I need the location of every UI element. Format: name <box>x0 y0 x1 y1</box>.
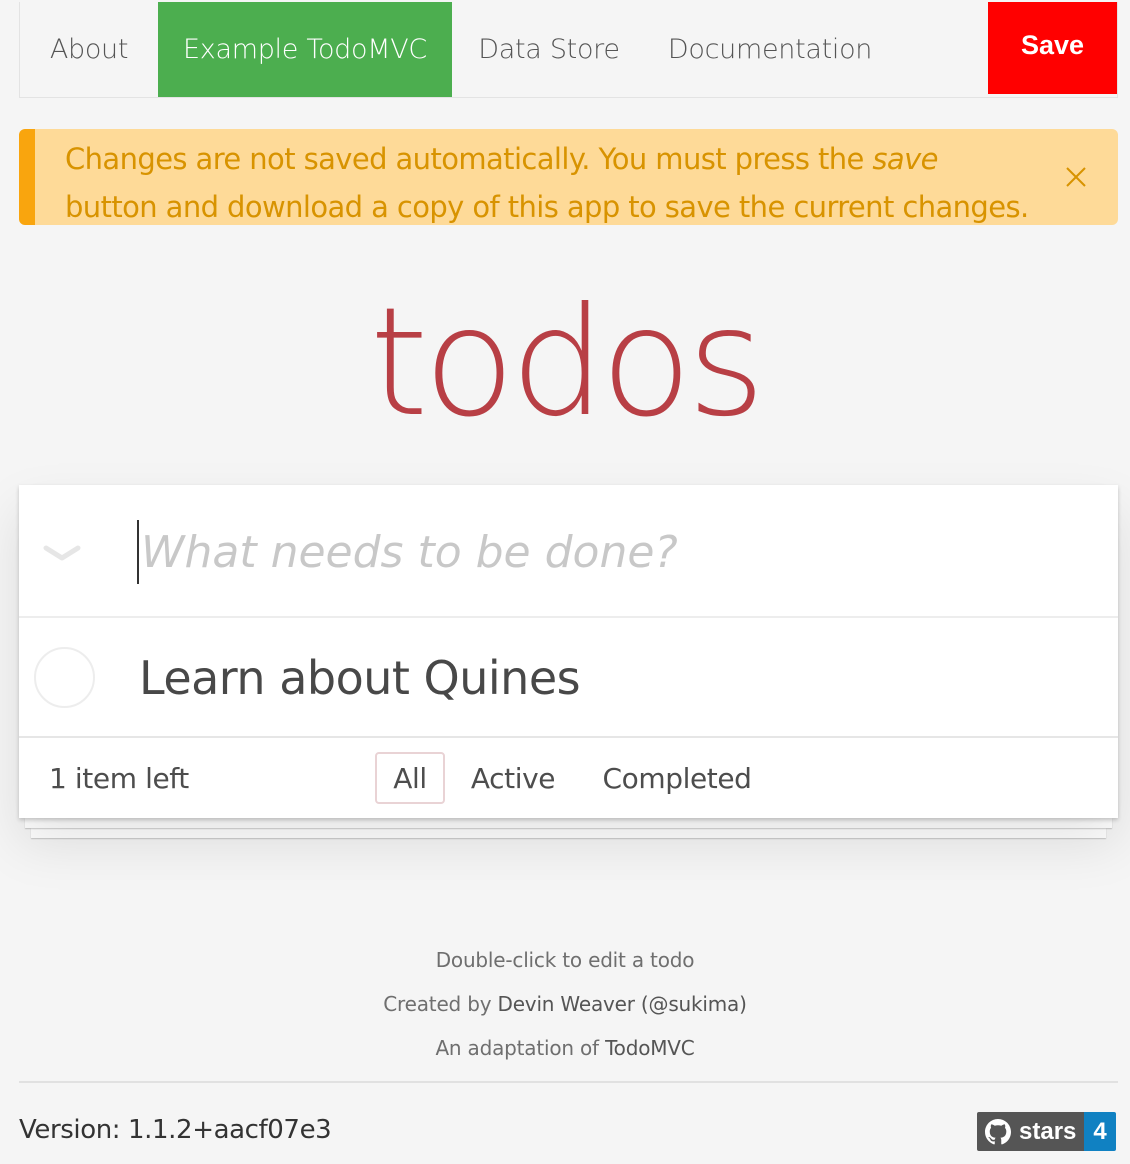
alert-emphasis: save <box>872 142 938 176</box>
todo-footer: 1 item left All Active Completed <box>19 738 1118 818</box>
tab-about[interactable]: About <box>20 2 158 97</box>
info-adaptation-prefix: An adaptation of <box>435 1036 606 1060</box>
items-left-count: 1 item left <box>49 762 189 795</box>
version-text: Version: 1.1.2+aacf07e3 <box>19 1115 332 1145</box>
github-stars-badge[interactable]: stars 4 <box>977 1112 1116 1151</box>
alert-text-after: button and download a copy of this app t… <box>65 190 1029 224</box>
toggle-all-chevron-down-icon[interactable] <box>40 538 84 568</box>
alert-text-before: Changes are not saved automatically. You… <box>65 142 873 176</box>
card-stack-decoration <box>25 818 1112 828</box>
close-icon[interactable] <box>1064 165 1088 189</box>
tab-example-todomvc[interactable]: Example TodoMVC <box>158 2 452 97</box>
todo-checkbox[interactable] <box>34 647 95 708</box>
github-icon <box>985 1118 1011 1144</box>
filter-completed[interactable]: Completed <box>597 752 757 804</box>
todomvc-link[interactable]: TodoMVC <box>605 1036 695 1060</box>
info-edit-hint: Double-click to edit a todo <box>435 948 695 972</box>
todo-label[interactable]: Learn about Quines <box>139 650 581 706</box>
todo-item[interactable]: Learn about Quines <box>19 618 1118 737</box>
filter-all[interactable]: All <box>375 752 445 804</box>
footer-divider <box>19 1081 1118 1083</box>
info-created-by: Created by Devin Weaver (@sukima) <box>0 992 1130 1016</box>
info-created-prefix: Created by <box>383 992 498 1016</box>
badge-left: stars <box>977 1112 1085 1151</box>
new-todo-input[interactable] <box>137 520 1097 584</box>
top-nav: About Example TodoMVC Data Store Documen… <box>19 2 1118 98</box>
tab-documentation[interactable]: Documentation <box>660 2 880 97</box>
badge-count: 4 <box>1084 1112 1116 1151</box>
info-adaptation: An adaptation of TodoMVC <box>0 1036 1130 1060</box>
author-link[interactable]: Devin Weaver (@sukima) <box>498 992 747 1016</box>
filter-active[interactable]: Active <box>463 752 563 804</box>
unsaved-changes-alert: Changes are not saved automatically. You… <box>19 129 1118 225</box>
badge-label: stars <box>1019 1117 1077 1145</box>
tab-data-store[interactable]: Data Store <box>460 2 638 97</box>
save-button[interactable]: Save <box>988 2 1117 94</box>
card-stack-decoration <box>31 828 1106 838</box>
app-title: todos <box>369 276 766 450</box>
